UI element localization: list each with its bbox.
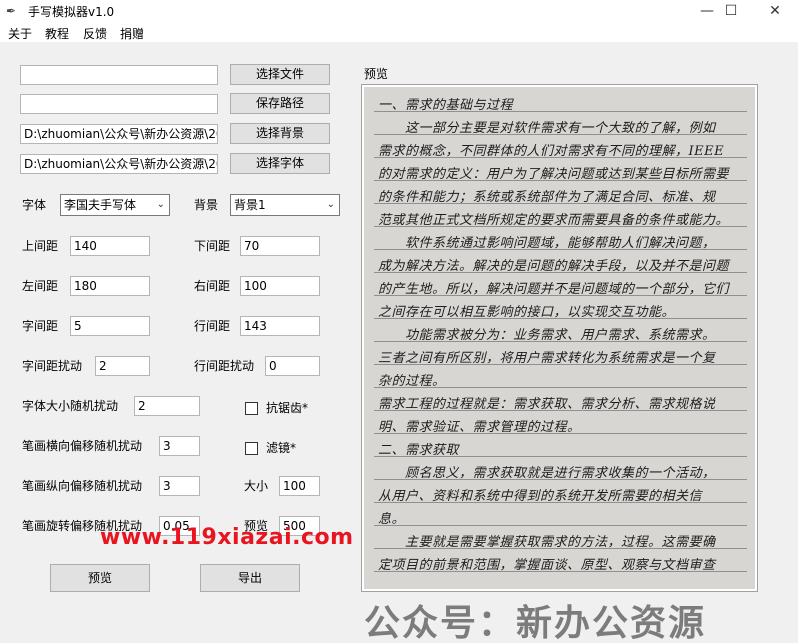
handwriting-line: 的对需求的定义：用户为了解决问题或达到某些目标所需要 [378, 167, 730, 182]
maximize-button[interactable]: ☐ [708, 0, 754, 22]
line-spacing-input[interactable]: 143 [240, 316, 320, 336]
font-path-input[interactable]: D:\zhuomian\公众号\新办公资源\20 [20, 154, 218, 174]
font-select[interactable]: 李国夫手写体 ⌄ [60, 194, 170, 216]
bottom-margin-label: 下间距 [194, 239, 231, 253]
chevron-down-icon: ⌄ [326, 199, 335, 210]
background-label: 背景 [194, 198, 219, 212]
menu-bar: 关于 教程 反馈 捐赠 [0, 22, 798, 42]
menu-feedback[interactable]: 反馈 [83, 25, 107, 42]
top-margin-input[interactable]: 140 [70, 236, 150, 256]
window-title: 手写模拟器v1.0 [28, 5, 115, 19]
right-margin-input[interactable]: 100 [240, 276, 320, 296]
handwriting-line: 三者之间有所区别，将用户需求转化为系统需求是一个复 [378, 351, 716, 366]
feather-icon: ✒ [6, 4, 17, 18]
char-jitter-label: 字间距扰动 [22, 359, 83, 373]
char-spacing-label: 字间距 [22, 319, 59, 333]
handwriting-line: 定项目的前景和范围，掌握面谈、原型、观察与文档审查 [378, 558, 716, 573]
account-watermark: 公众号：新办公资源 [364, 602, 707, 643]
background-select[interactable]: 背景1 ⌄ [230, 194, 340, 216]
handwriting-line: 之间存在可以相互影响的接口，以实现交互功能。 [378, 305, 676, 320]
bottom-margin-input[interactable]: 70 [240, 236, 320, 256]
handwriting-line: 二、需求获取 [378, 443, 460, 458]
size-label: 大小 [244, 479, 269, 493]
handwriting-line: 主要就是需要掌握获取需求的方法，过程。这需要确 [378, 535, 716, 550]
handwriting-line: 范或其他正式文档所规定的要求而需要具备的条件或能力。 [378, 213, 730, 228]
handwriting-line: 一、需求的基础与过程 [378, 98, 514, 113]
handwriting-line: 需求的概念，不同群体的人们对需求有不同的理解，IEEE [378, 144, 725, 159]
left-margin-label: 左间距 [22, 279, 59, 293]
menu-donate[interactable]: 捐赠 [120, 25, 144, 42]
chevron-down-icon: ⌄ [156, 199, 165, 210]
preview-image: 一、需求的基础与过程 这一部分主要是对软件需求有一个大致的了解，例如 需求的概念… [361, 84, 758, 592]
line-spacing-label: 行间距 [194, 319, 231, 333]
menu-tutorial[interactable]: 教程 [45, 25, 69, 42]
save-path-input[interactable] [20, 94, 218, 114]
handwriting-line: 从用户、资料和系统中得到的系统开发所需要的相关信 [378, 489, 703, 504]
handwriting-line: 软件系统通过影响问题域，能够帮助人们解决问题， [378, 236, 716, 251]
choose-background-button[interactable]: 选择背景 [230, 123, 330, 144]
file-path-input[interactable] [20, 65, 218, 85]
v-offset-input[interactable]: 3 [159, 476, 200, 496]
filter-label: 滤镜* [266, 441, 297, 455]
left-margin-input[interactable]: 180 [70, 276, 150, 296]
close-button[interactable]: ✕ [752, 0, 798, 22]
font-select-value: 李国夫手写体 [64, 198, 137, 212]
title-bar: ✒ 手写模拟器v1.0 — ☐ ✕ [0, 0, 798, 22]
line-jitter-input[interactable]: 0 [265, 356, 320, 376]
handwriting-line: 顾名思义，需求获取就是进行需求收集的一个活动， [378, 466, 716, 481]
right-margin-label: 右间距 [194, 279, 231, 293]
handwriting-line: 的条件和能力；系统或系统部件为了满足合同、标准、规 [378, 190, 716, 205]
preview-panel-label: 预览 [364, 67, 389, 81]
size-random-label: 字体大小随机扰动 [22, 399, 119, 413]
handwriting-line: 的产生地。所以，解决问题并不是问题域的一个部分，它们 [378, 282, 730, 297]
background-select-value: 背景1 [234, 198, 266, 212]
v-offset-label: 笔画纵向偏移随机扰动 [22, 479, 143, 493]
h-offset-input[interactable]: 3 [159, 436, 200, 456]
antialias-checkbox[interactable] [245, 402, 258, 415]
save-path-button[interactable]: 保存路径 [230, 93, 330, 114]
preview-button[interactable]: 预览 [50, 564, 150, 592]
export-button[interactable]: 导出 [200, 564, 300, 592]
handwriting-line: 功能需求被分为：业务需求、用户需求、系统需求。 [378, 328, 716, 343]
char-spacing-input[interactable]: 5 [70, 316, 150, 336]
menu-about[interactable]: 关于 [8, 25, 32, 42]
paper-background: 一、需求的基础与过程 这一部分主要是对软件需求有一个大致的了解，例如 需求的概念… [364, 87, 755, 589]
char-jitter-input[interactable]: 2 [95, 356, 150, 376]
background-path-input[interactable]: D:\zhuomian\公众号\新办公资源\20 [20, 124, 218, 144]
choose-file-button[interactable]: 选择文件 [230, 64, 330, 85]
h-offset-label: 笔画横向偏移随机扰动 [22, 439, 143, 453]
site-watermark: www.119xiazai.com [100, 525, 354, 550]
font-label: 字体 [22, 198, 47, 212]
top-margin-label: 上间距 [22, 239, 59, 253]
antialias-label: 抗锯齿* [266, 401, 309, 415]
handwriting-line: 需求工程的过程就是：需求获取、需求分析、需求规格说 [378, 397, 716, 412]
handwriting-line: 息。 [378, 512, 406, 527]
handwriting-line: 成为解决方法。解决的是问题的解决手段，以及并不是问题 [378, 259, 730, 274]
handwriting-line: 这一部分主要是对软件需求有一个大致的了解，例如 [378, 121, 716, 136]
filter-checkbox[interactable] [245, 442, 258, 455]
choose-font-button[interactable]: 选择字体 [230, 153, 330, 174]
handwriting-line: 杂的过程。 [378, 374, 446, 389]
handwriting-line: 明、需求验证、需求管理的过程。 [378, 420, 581, 435]
line-jitter-label: 行间距扰动 [194, 359, 255, 373]
size-input[interactable]: 100 [279, 476, 320, 496]
size-random-input[interactable]: 2 [134, 396, 200, 416]
